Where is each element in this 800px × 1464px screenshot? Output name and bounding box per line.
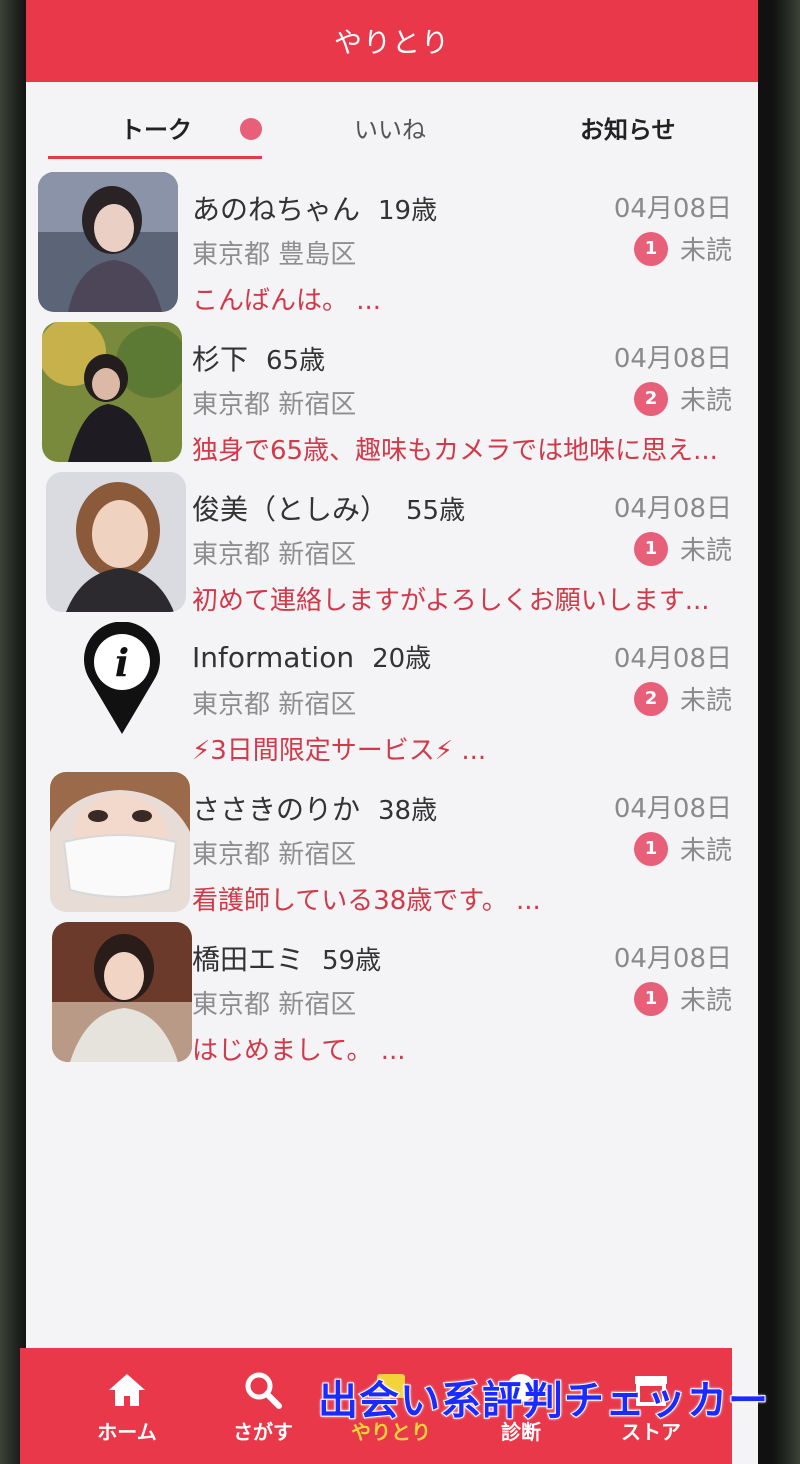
conversation-row[interactable]: ささきのりか 38歳 04月08日 東京都 新宿区 1 未読 看護師している38歳… <box>26 768 758 918</box>
message-preview: 看護師している38歳です。 ... <box>192 886 541 916</box>
contact-age: 20歳 <box>372 644 432 674</box>
unread-label: 未読 <box>679 686 732 716</box>
contact-name: ささきのりか <box>192 793 361 826</box>
watermark-text: 出会い系評判チェッカー <box>317 1377 769 1425</box>
svg-text:i: i <box>115 640 129 685</box>
app-screen: やりとり トーク いいね お知らせ あのねちゃん 19歳 04月08日 東京都 豊… <box>26 0 758 1464</box>
message-preview: ⚡3日間限定サービス⚡ ... <box>192 736 487 766</box>
conversation-row[interactable]: 橋田エミ 59歳 04月08日 東京都 新宿区 1 未読 はじめまして。 ... <box>26 918 758 1068</box>
contact-name: あのねちゃん <box>192 193 361 226</box>
contact-area: 東京都 新宿区 <box>192 540 357 570</box>
tab-talk[interactable]: トーク <box>120 110 192 145</box>
unread-count-badge: 1 <box>633 981 668 1016</box>
message-date: 04月08日 <box>613 644 732 674</box>
conversation-list: あのねちゃん 19歳 04月08日 東京都 豊島区 1 未読 こんばんは。 ... <box>26 168 758 1068</box>
avatar[interactable] <box>46 472 186 612</box>
unread-count-badge: 1 <box>633 531 668 566</box>
message-date: 04月08日 <box>613 344 732 374</box>
header-bar: やりとり <box>26 0 758 82</box>
avatar[interactable] <box>38 172 178 312</box>
contact-name: Information <box>192 641 355 674</box>
message-preview: 独身で65歳、趣味もカメラでは地味に思え... <box>192 436 718 466</box>
avatar[interactable] <box>50 772 190 912</box>
unread-label: 未読 <box>679 236 732 266</box>
unread-count-badge: 2 <box>633 681 668 716</box>
message-preview: 初めて連絡しますがよろしくお願いします... <box>192 586 710 616</box>
unread-count-badge: 1 <box>633 831 668 866</box>
contact-name: 橋田エミ <box>192 943 305 976</box>
unread-indicator: 2 未読 <box>633 380 732 417</box>
nav-home[interactable]: ホーム <box>72 1368 182 1445</box>
unread-label: 未読 <box>679 836 732 866</box>
avatar[interactable] <box>42 322 182 462</box>
search-icon <box>245 1372 282 1409</box>
unread-indicator: 1 未読 <box>633 530 732 567</box>
contact-area: 東京都 新宿区 <box>192 390 357 420</box>
active-tab-underline <box>48 156 262 159</box>
message-preview: こんばんは。 ... <box>192 286 382 316</box>
message-date: 04月08日 <box>613 494 732 524</box>
unread-indicator: 1 未読 <box>633 230 732 267</box>
contact-name: 俊美（としみ） <box>192 493 389 526</box>
contact-area: 東京都 新宿区 <box>192 840 357 870</box>
unread-indicator: 1 未読 <box>633 830 732 867</box>
contact-age: 59歳 <box>322 946 382 976</box>
conversation-row[interactable]: 杉下 65歳 04月08日 東京都 新宿区 2 未読 独身で65歳、趣味もカメラで… <box>26 318 758 468</box>
page-title: やりとり <box>333 26 450 59</box>
unread-count-badge: 2 <box>633 381 668 416</box>
home-icon <box>109 1374 145 1406</box>
unread-indicator: 1 未読 <box>633 980 732 1017</box>
unread-label: 未読 <box>679 986 732 1016</box>
message-date: 04月08日 <box>613 194 732 224</box>
message-date: 04月08日 <box>613 794 732 824</box>
tab-likes[interactable]: いいね <box>354 110 426 145</box>
tab-notices[interactable]: お知らせ <box>580 110 676 145</box>
conversation-row[interactable]: i Information 20歳 04月08日 東京都 新宿区 2 未読 ⚡3日… <box>26 618 758 768</box>
contact-age: 38歳 <box>378 796 438 826</box>
message-preview: はじめまして。 ... <box>192 1036 406 1066</box>
tab-bar: トーク いいね お知らせ <box>26 82 758 164</box>
message-date: 04月08日 <box>613 944 732 974</box>
contact-age: 55歳 <box>406 496 466 526</box>
contact-area: 東京都 新宿区 <box>192 690 357 720</box>
contact-age: 65歳 <box>266 346 326 376</box>
contact-area: 東京都 豊島区 <box>192 240 357 270</box>
conversation-row[interactable]: あのねちゃん 19歳 04月08日 東京都 豊島区 1 未読 こんばんは。 ... <box>26 168 758 318</box>
nav-search-label: さがす <box>233 1420 293 1444</box>
nav-home-label: ホーム <box>97 1420 157 1444</box>
conversation-row[interactable]: 俊美（としみ） 55歳 04月08日 東京都 新宿区 1 未読 初めて連絡しますが… <box>26 468 758 618</box>
unread-count-badge: 1 <box>633 231 668 266</box>
info-pin-icon[interactable]: i <box>52 622 192 762</box>
contact-area: 東京都 新宿区 <box>192 990 357 1020</box>
contact-age: 19歳 <box>378 196 438 226</box>
unread-indicator: 2 未読 <box>633 680 732 717</box>
unread-label: 未読 <box>679 386 732 416</box>
avatar[interactable] <box>52 922 192 1062</box>
unread-label: 未読 <box>679 536 732 566</box>
nav-search[interactable]: さがす <box>208 1368 318 1445</box>
new-indicator-dot <box>240 118 262 140</box>
contact-name: 杉下 <box>192 343 249 376</box>
